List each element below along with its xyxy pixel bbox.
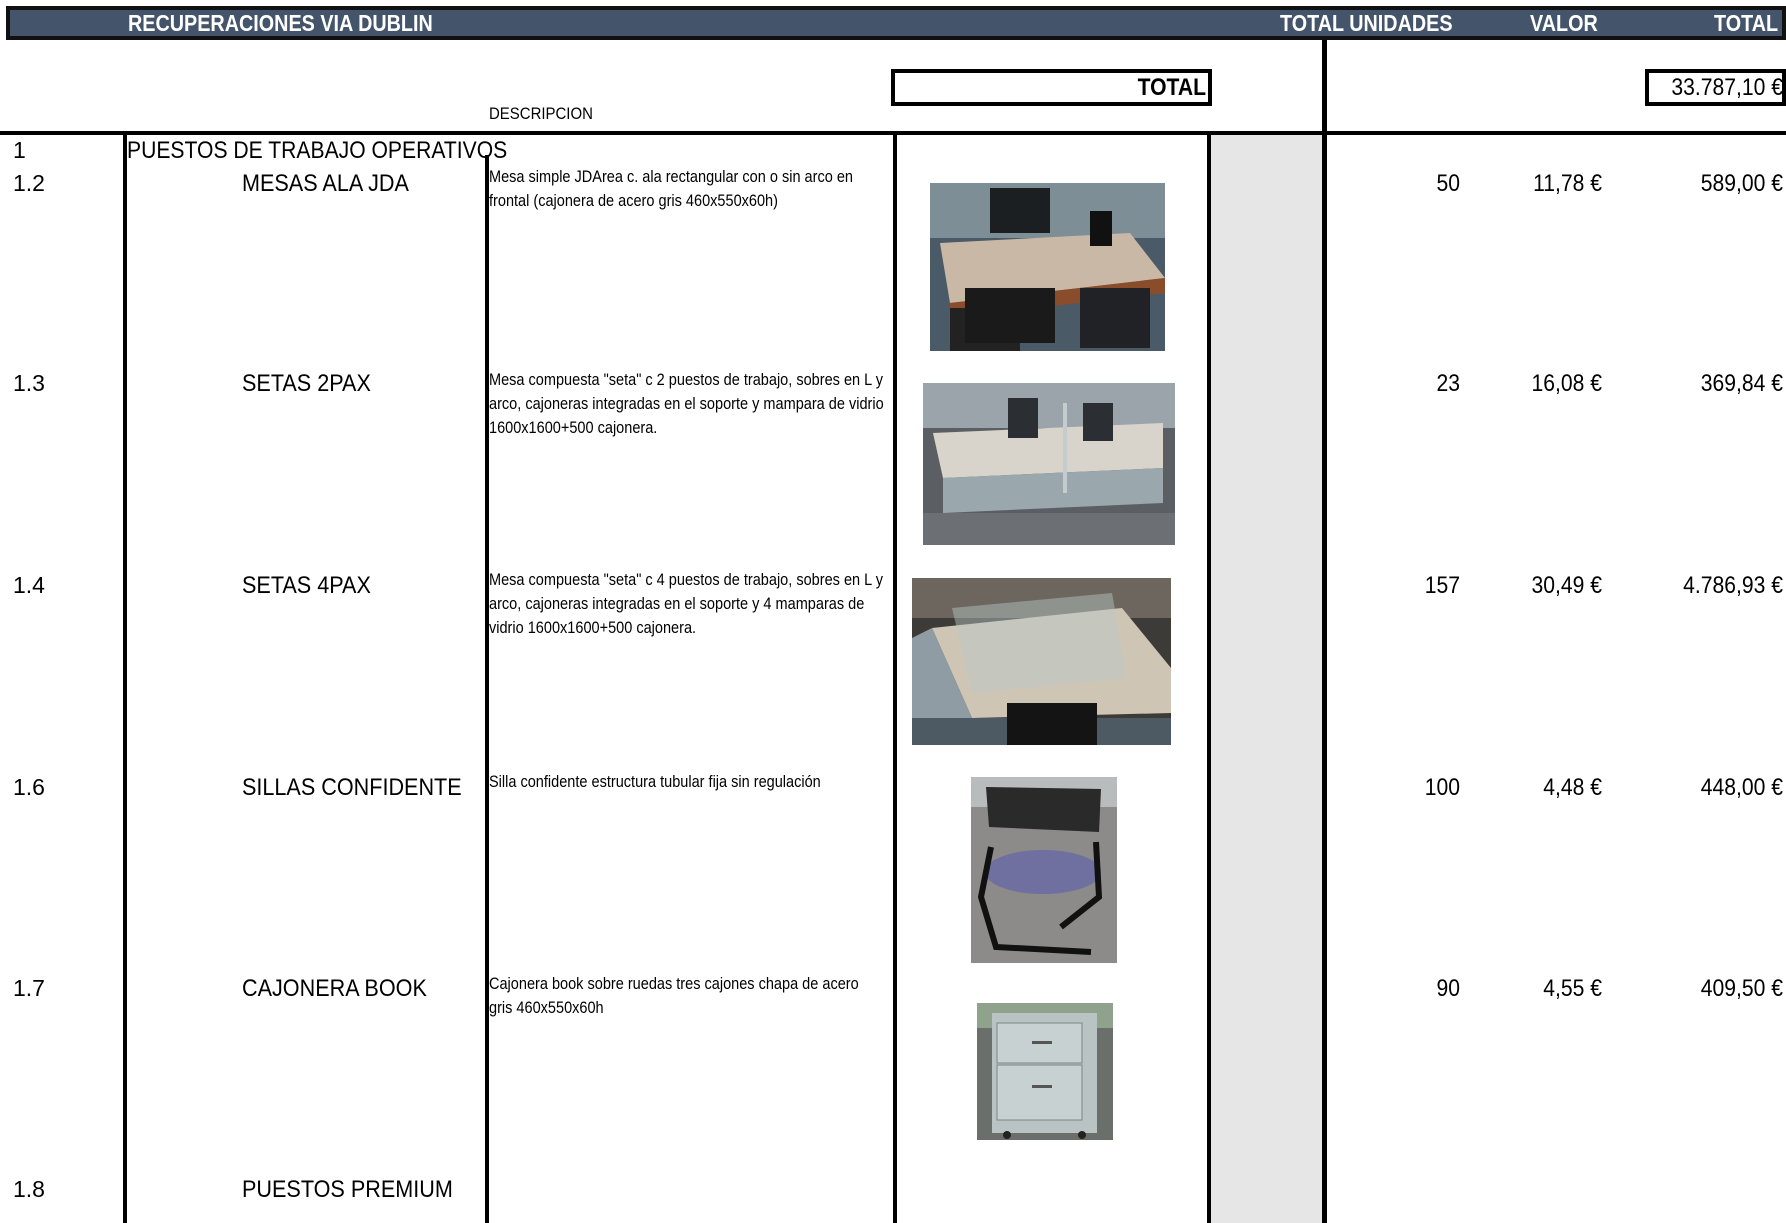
- col-header-units: TOTAL UNIDADES: [1280, 10, 1453, 36]
- col-header-value: VALOR: [1530, 10, 1598, 36]
- row-name: SETAS 4PAX: [242, 572, 371, 599]
- row-total: 589,00 €: [1700, 170, 1783, 197]
- col-header-total: TOTAL: [1714, 10, 1779, 36]
- row-units: 50: [1436, 170, 1460, 197]
- row-code: 1.3: [13, 370, 45, 396]
- row-units: 100: [1424, 774, 1460, 801]
- row-units: 157: [1424, 572, 1460, 599]
- row-name: CAJONERA BOOK: [242, 975, 427, 1002]
- photo-col-border-right: [1207, 134, 1211, 1223]
- row-total: 409,50 €: [1700, 975, 1783, 1002]
- photo-col-border-left: [893, 134, 897, 1223]
- row-code: 1.4: [13, 572, 45, 598]
- sheet-title: RECUPERACIONES VIA DUBLIN: [128, 10, 433, 36]
- left-table-border: [123, 134, 127, 1223]
- row-description: Mesa simple JDArea c. ala rectangular co…: [489, 168, 853, 210]
- desc-col-border: [485, 155, 489, 1223]
- divider-units: [1322, 40, 1327, 1223]
- row-name: SETAS 2PAX: [242, 370, 371, 397]
- row-name: MESAS ALA JDA: [242, 170, 409, 197]
- section-code: 1: [13, 137, 26, 163]
- row-total: 369,84 €: [1700, 370, 1783, 397]
- row-value: 30,49 €: [1531, 572, 1602, 599]
- row-total: 448,00 €: [1700, 774, 1783, 801]
- row-name: SILLAS CONFIDENTE: [242, 774, 462, 801]
- row-units: 23: [1436, 370, 1460, 397]
- row-code: 1.6: [13, 774, 45, 800]
- row-value: 4,55 €: [1543, 975, 1602, 1002]
- workstation-4pax-photo: [912, 578, 1171, 745]
- row-description: Mesa compuesta "seta" c 4 puestos de tra…: [489, 571, 883, 637]
- row-value: 11,78 €: [1533, 170, 1602, 197]
- description-header: DESCRIPCION: [489, 104, 593, 123]
- row-description: Silla confidente estructura tubular fija…: [489, 773, 821, 791]
- office-desk-photo: [930, 183, 1165, 351]
- row-description: Cajonera book sobre ruedas tres cajones …: [489, 975, 859, 1017]
- drawer-cabinet-photo: [977, 1003, 1113, 1140]
- workstation-2pax-photo: [923, 383, 1175, 545]
- grand-total-value: 33.787,10 €: [1671, 74, 1783, 101]
- empty-gray-column: [1211, 135, 1325, 1223]
- chair-photo: [971, 777, 1117, 963]
- row-units: 90: [1436, 975, 1460, 1002]
- row-code: 1.7: [13, 975, 45, 1001]
- row-description: Mesa compuesta "seta" c 2 puestos de tra…: [489, 371, 884, 437]
- row-name: PUESTOS PREMIUM: [242, 1176, 453, 1203]
- row-total: 4.786,93 €: [1683, 572, 1783, 599]
- row-value: 16,08 €: [1531, 370, 1602, 397]
- total-label: TOTAL: [1137, 74, 1206, 101]
- row-code: 1.2: [13, 170, 45, 196]
- table-top-rule: [124, 131, 1324, 134]
- row-code: 1.8: [13, 1176, 45, 1202]
- row-value: 4,48 €: [1543, 774, 1602, 801]
- section-title: PUESTOS DE TRABAJO OPERATIVOS: [127, 137, 508, 164]
